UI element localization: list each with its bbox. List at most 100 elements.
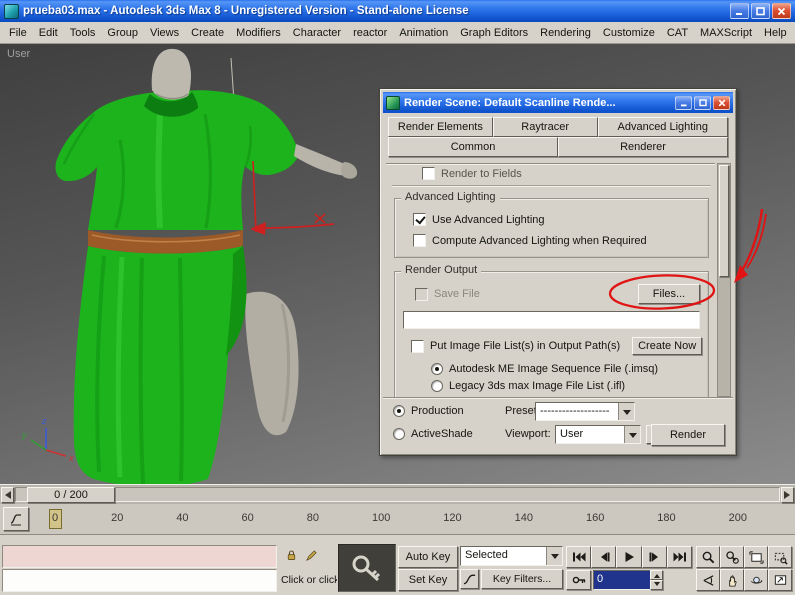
dialog-close-button[interactable] [713, 95, 730, 110]
selection-lock-button[interactable] [282, 547, 300, 564]
menu-reactor[interactable]: reactor [347, 24, 393, 42]
tab-advanced-lighting[interactable]: Advanced Lighting [597, 117, 728, 137]
menu-create[interactable]: Create [185, 24, 230, 42]
open-mini-curve-editor-button[interactable] [3, 507, 29, 531]
default-tangent-button[interactable] [460, 569, 479, 589]
activeshade-row: ActiveShade Viewport: User Render [391, 424, 725, 446]
abs-offset-mode-button[interactable] [303, 547, 319, 564]
tab-raytracer[interactable]: Raytracer [492, 117, 598, 137]
zoom-extents-button[interactable] [744, 546, 768, 568]
preset-dropdown-arrow[interactable] [618, 403, 634, 420]
pan-hand-icon [728, 574, 736, 587]
leg-mesh[interactable] [245, 291, 299, 436]
menu-rendering[interactable]: Rendering [534, 24, 597, 42]
fov-button[interactable] [696, 569, 720, 591]
legacy-ifl-radio[interactable] [431, 380, 443, 392]
minmax-toggle-button[interactable] [768, 569, 792, 591]
axis-y-label: y [21, 430, 27, 440]
zoom-region-button[interactable] [768, 546, 792, 568]
axis-y [30, 439, 47, 451]
status-prompt: Click or click [281, 574, 337, 586]
orbit-button[interactable] [744, 569, 768, 591]
trackbar-tick: 40 [176, 512, 189, 524]
create-now-button[interactable]: Create Now [632, 337, 703, 355]
menu-cat[interactable]: CAT [661, 24, 694, 42]
key-mode-toggle-button[interactable] [566, 570, 591, 590]
play-button[interactable] [616, 546, 642, 568]
production-radio[interactable] [393, 405, 405, 417]
set-keys-button[interactable] [338, 544, 396, 592]
menu-views[interactable]: Views [144, 24, 185, 42]
trackbar-tick: 60 [241, 512, 254, 524]
save-file-checkbox[interactable] [415, 287, 428, 301]
trackbar-tick: 100 [371, 512, 391, 524]
keyable-filter-dropdown[interactable]: Selected [460, 546, 563, 566]
dialog-titlebar[interactable]: Render Scene: Default Scanline Rende... [383, 92, 733, 113]
lock-icon [287, 550, 295, 560]
autodesk-me-label: Autodesk ME Image Sequence File (.imsq) [449, 363, 659, 375]
menu-edit[interactable]: Edit [33, 24, 64, 42]
menu-group[interactable]: Group [101, 24, 144, 42]
output-path-input[interactable] [403, 311, 700, 329]
menu-help[interactable]: Help [758, 24, 793, 42]
preset-dropdown-value: ------------------- [540, 405, 610, 417]
close-button[interactable] [772, 3, 791, 19]
next-frame-icon [649, 552, 658, 562]
dialog-minimize-button[interactable] [675, 95, 692, 110]
tab-common[interactable]: Common [388, 137, 558, 157]
goto-start-button[interactable] [566, 546, 591, 568]
zoom-all-icon [725, 550, 739, 564]
dialog-scrollbar[interactable] [717, 163, 731, 397]
menu-graph-editors[interactable]: Graph Editors [454, 24, 534, 42]
files-button[interactable]: Files... [638, 284, 700, 304]
prev-frame-button[interactable] [591, 546, 616, 568]
maxscript-listener-box[interactable] [2, 569, 277, 592]
zoom-all-button[interactable] [720, 546, 744, 568]
time-slider-button[interactable]: 0 / 200 [27, 487, 115, 503]
autodesk-me-radio[interactable] [431, 363, 443, 375]
window-titlebar[interactable]: prueba03.max - Autodesk 3ds Max 8 - Unre… [0, 0, 795, 22]
zoom-button[interactable] [696, 546, 720, 568]
time-slider-prev-arrow[interactable] [1, 487, 14, 503]
tab-render-elements[interactable]: Render Elements [388, 117, 493, 137]
put-image-list-checkbox[interactable] [411, 339, 424, 353]
track-bar[interactable]: 0 20 40 60 80 100 120 140 160 180 200 [0, 504, 795, 535]
menu-tools[interactable]: Tools [64, 24, 102, 42]
neck-mesh[interactable] [151, 48, 191, 100]
preset-dropdown[interactable]: ------------------- [535, 402, 635, 421]
key-filters-button[interactable]: Key Filters... [481, 569, 563, 589]
set-key-button[interactable]: Set Key [398, 569, 458, 591]
menu-character[interactable]: Character [287, 24, 347, 42]
pan-button[interactable] [720, 569, 744, 591]
maximize-button[interactable] [751, 3, 770, 19]
tab-renderer[interactable]: Renderer [558, 137, 728, 157]
menu-customize[interactable]: Customize [597, 24, 661, 42]
viewport-dropdown[interactable]: User [555, 425, 641, 444]
save-file-label: Save File [434, 288, 480, 300]
render-to-fields-checkbox[interactable] [422, 167, 435, 180]
viewport-dropdown-arrow[interactable] [624, 426, 640, 443]
menu-animation[interactable]: Animation [393, 24, 454, 42]
minimize-button[interactable] [730, 3, 749, 19]
menu-file[interactable]: File [3, 24, 33, 42]
activeshade-radio[interactable] [393, 428, 405, 440]
frame-spinner-up[interactable] [650, 570, 663, 580]
dialog-scrollbar-thumb[interactable] [719, 165, 729, 277]
goto-end-button[interactable] [667, 546, 692, 568]
keyable-filter-arrow[interactable] [546, 547, 562, 565]
frame-spinner-down[interactable] [650, 580, 663, 590]
menu-modifiers[interactable]: Modifiers [230, 24, 287, 42]
menu-maxscript[interactable]: MAXScript [694, 24, 758, 42]
axis-x-label: x [68, 453, 74, 463]
frame-number-value[interactable]: 0 [593, 570, 650, 590]
time-slider-track[interactable] [15, 487, 780, 502]
next-frame-button[interactable] [642, 546, 667, 568]
time-slider-next-arrow[interactable] [781, 487, 794, 503]
auto-key-button[interactable]: Auto Key [398, 546, 458, 568]
render-button[interactable]: Render [651, 424, 725, 446]
frame-number-field[interactable]: 0 [593, 570, 663, 590]
compute-advanced-lighting-checkbox[interactable] [413, 234, 426, 247]
dialog-maximize-button[interactable] [694, 95, 711, 110]
use-advanced-lighting-checkbox[interactable] [413, 213, 426, 226]
macro-recorder-box[interactable] [2, 545, 277, 568]
